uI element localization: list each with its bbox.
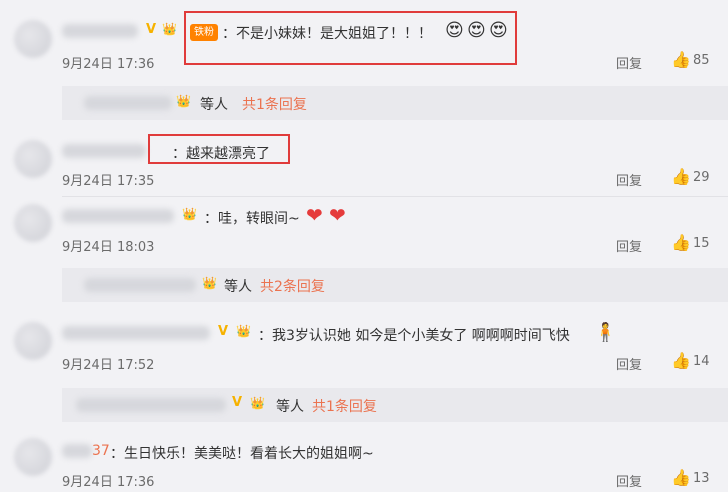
like-count: 85 (693, 53, 710, 68)
vip-icon: V (146, 22, 157, 37)
subreply-label: 等人 (200, 97, 228, 113)
timestamp: 9月24日 17:36 (62, 57, 155, 72)
vip-icon: V (232, 395, 243, 410)
like-icon[interactable]: 👍 (671, 167, 691, 186)
subreply-count[interactable]: 共1条回复 (242, 94, 307, 114)
like-icon[interactable]: 👍 (671, 468, 691, 487)
avatar[interactable] (14, 20, 52, 58)
reply-button[interactable]: 回复 (616, 53, 642, 72)
avatar[interactable] (14, 322, 52, 360)
username-blurred[interactable] (62, 209, 174, 223)
crown-icon: 👑 (182, 207, 197, 221)
avatar[interactable] (14, 204, 52, 242)
timestamp: 9月24日 17:36 (62, 475, 155, 490)
subreply-count[interactable]: 共1条回复 (312, 396, 377, 416)
timestamp: 9月24日 17:52 (62, 358, 155, 373)
reply-button[interactable]: 回复 (616, 170, 642, 189)
username-blurred[interactable] (62, 144, 146, 158)
like-count: 14 (693, 354, 710, 369)
heart-icon: ❤ (306, 203, 323, 227)
highlight-box (184, 11, 517, 65)
subreply-bar[interactable]: V 👑 等人 共1条回复 (62, 388, 728, 422)
subreply-bar[interactable]: 👑 等人 共2条回复 (62, 268, 728, 302)
like-icon[interactable]: 👍 (671, 351, 691, 370)
subreply-label: 等人 (276, 399, 304, 415)
username-blurred (84, 96, 172, 110)
person-emoji-icon: 🧍 (594, 322, 617, 343)
reply-button[interactable]: 回复 (616, 354, 642, 373)
timestamp: 9月24日 17:35 (62, 174, 155, 189)
reply-button[interactable]: 回复 (616, 471, 642, 490)
username-blurred[interactable] (62, 326, 210, 340)
reply-button[interactable]: 回复 (616, 236, 642, 255)
divider (62, 196, 728, 197)
comment-text: ：生日快乐！美美哒！看着长大的姐姐啊~ (110, 446, 374, 462)
like-count: 29 (693, 170, 710, 185)
avatar[interactable] (14, 140, 52, 178)
username-blurred (84, 278, 196, 292)
comment-text: ：哇，转眼间~ (204, 211, 300, 227)
like-count: 15 (693, 236, 710, 251)
crown-icon: 👑 (176, 94, 191, 108)
subreply-count[interactable]: 共2条回复 (260, 276, 325, 296)
like-icon[interactable]: 👍 (671, 50, 691, 69)
crown-icon: 👑 (162, 22, 177, 36)
username-blurred[interactable] (62, 444, 92, 458)
vip-icon: V (218, 324, 229, 339)
highlight-box (148, 134, 290, 164)
subreply-label: 等人 (224, 279, 252, 295)
timestamp: 9月24日 18:03 (62, 240, 155, 255)
username-visible[interactable]: 37 (92, 443, 110, 459)
comment-text: ：我3岁认识她 如今是个小美女了 啊啊啊时间飞快 (258, 328, 570, 344)
like-icon[interactable]: 👍 (671, 233, 691, 252)
subreply-bar[interactable]: 👑 等人 共1条回复 (62, 86, 728, 120)
heart-icon: ❤ (329, 203, 346, 227)
crown-icon: 👑 (250, 396, 265, 410)
avatar[interactable] (14, 438, 52, 476)
crown-icon: 👑 (236, 324, 251, 338)
username-blurred (76, 398, 226, 412)
username-blurred[interactable] (62, 24, 138, 38)
crown-icon: 👑 (202, 276, 217, 290)
like-count: 13 (693, 471, 710, 486)
